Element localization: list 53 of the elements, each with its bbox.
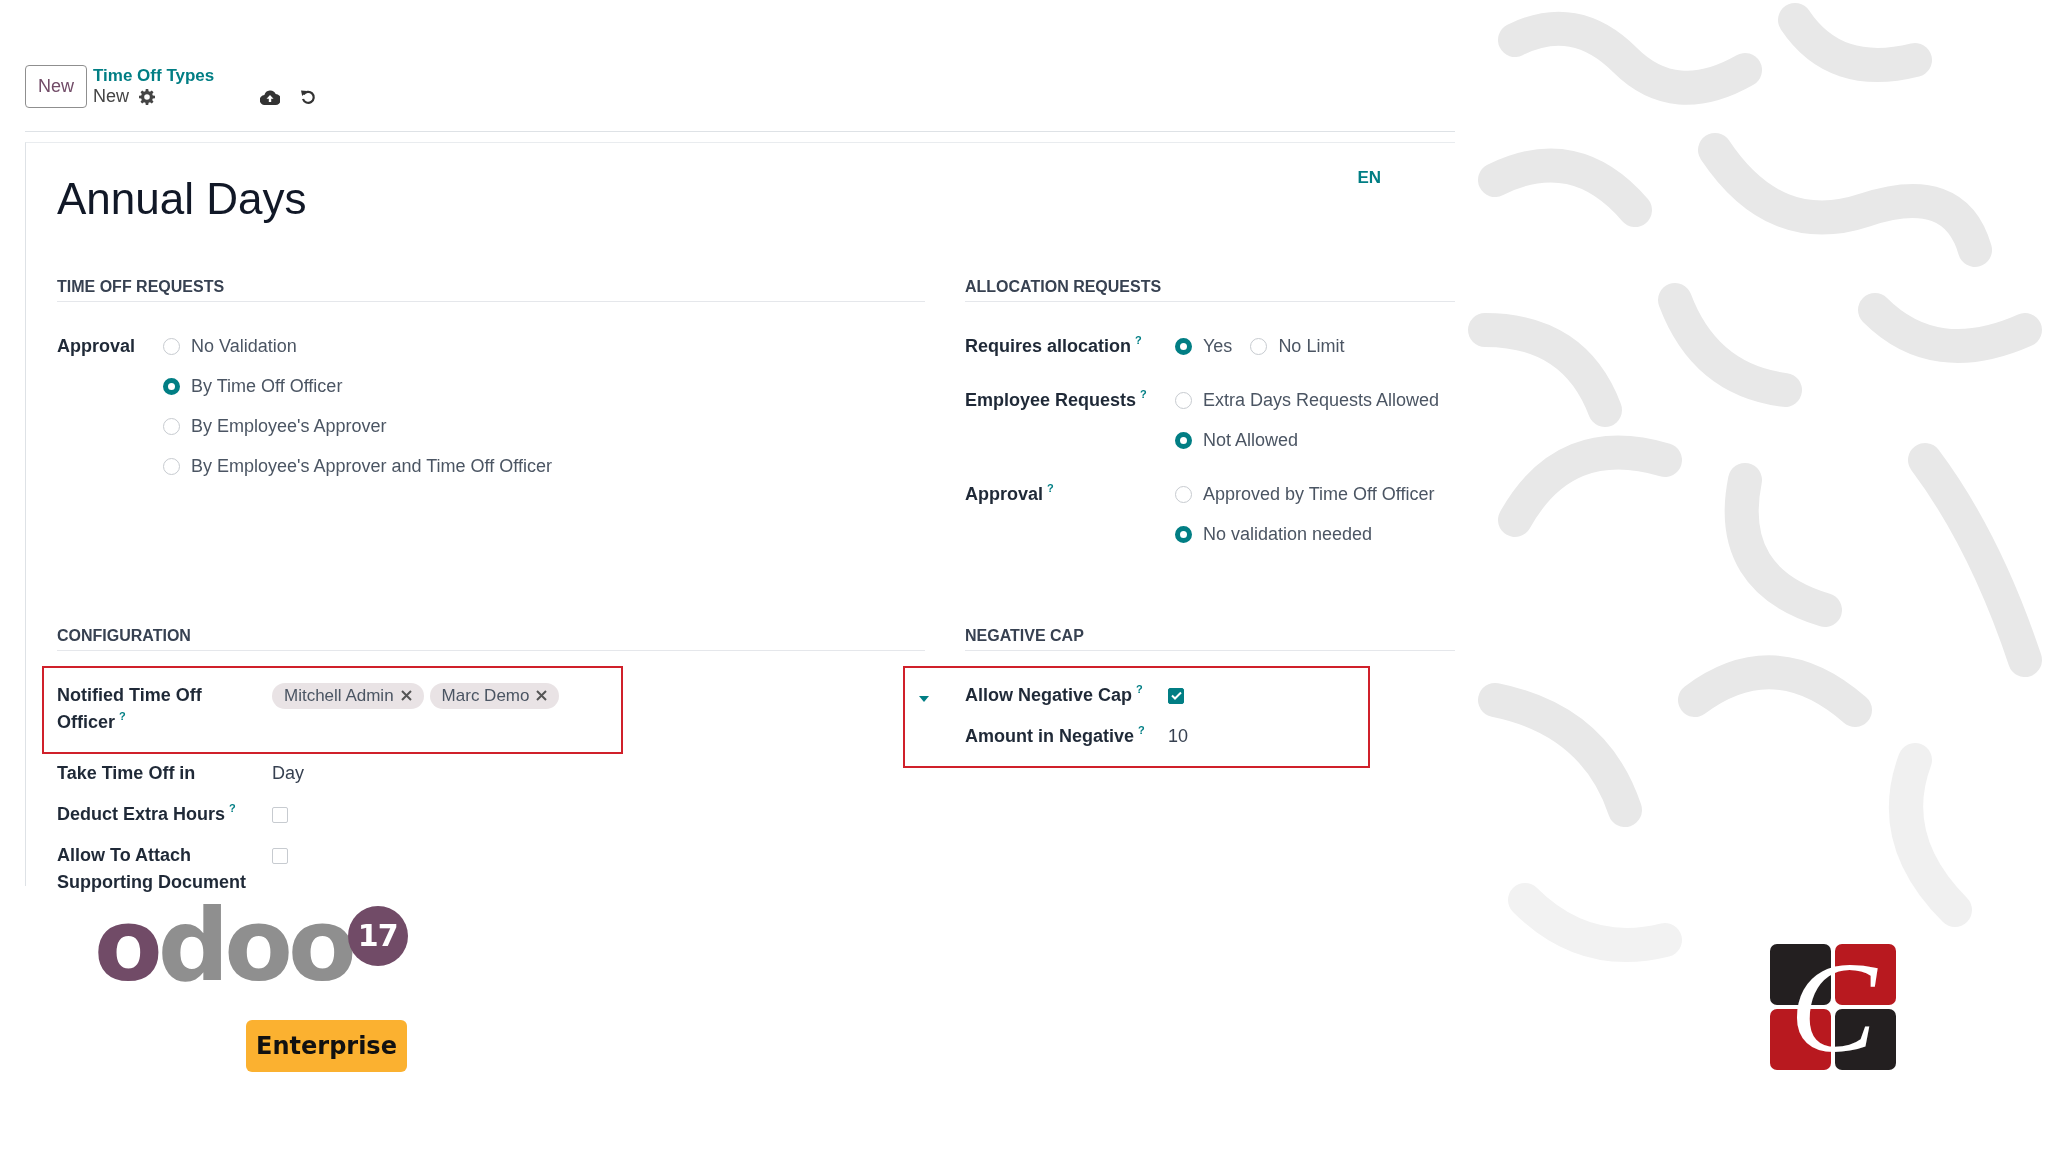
- field-label: Approval $^{?}$: [965, 481, 1055, 506]
- section-heading: NEGATIVE CAP: [965, 624, 1455, 651]
- checkbox[interactable]: [272, 806, 288, 823]
- radio-button[interactable]: [1175, 391, 1192, 409]
- radio-button[interactable]: [1175, 525, 1192, 543]
- option-label[interactable]: No Validation: [191, 335, 297, 357]
- option-label[interactable]: By Time Off Officer: [191, 375, 343, 397]
- section-heading: TIME OFF REQUESTS: [57, 275, 925, 302]
- radio-button[interactable]: [1175, 431, 1192, 449]
- option-label[interactable]: By Employee's Approver: [191, 415, 387, 437]
- field-label: Approval: [57, 335, 136, 358]
- caret-icon[interactable]: [919, 696, 929, 702]
- tag[interactable]: Marc Demo: [429, 682, 560, 709]
- breadcrumb-link[interactable]: Time Off Types: [93, 65, 215, 86]
- field-label: Take Time Off in: [57, 762, 197, 785]
- option-label[interactable]: No Limit: [1278, 335, 1345, 357]
- field-label: Allow To Attach Supporting Document: [57, 844, 247, 894]
- field-label: Notified Time Off Officer $^{?}$: [57, 684, 203, 734]
- field-label: Allow Negative Cap $^{?}$: [965, 682, 1144, 707]
- field-label: Requires allocation $^{?}$: [965, 333, 1143, 358]
- section-heading: CONFIGURATION: [57, 624, 925, 651]
- undo-icon[interactable]: [300, 89, 317, 105]
- field-label: Deduct Extra Hours $^{?}$: [57, 801, 237, 826]
- language-button[interactable]: EN: [1357, 168, 1381, 188]
- radio-button[interactable]: [163, 337, 180, 355]
- option-label[interactable]: By Employee's Approver and Time Off Officer: [191, 455, 552, 477]
- remove-icon[interactable]: [400, 690, 412, 701]
- cloud-upload-icon[interactable]: [260, 89, 281, 105]
- radio-button[interactable]: [163, 377, 180, 395]
- new-button[interactable]: New: [25, 65, 87, 108]
- checkbox[interactable]: [1168, 687, 1184, 704]
- radio-button[interactable]: [1175, 485, 1192, 503]
- remove-icon[interactable]: [536, 690, 548, 701]
- option-label[interactable]: Approved by Time Off Officer: [1203, 483, 1435, 505]
- field-label: Employee Requests $^{?}$: [965, 387, 1148, 412]
- field-value[interactable]: 10: [1168, 726, 1189, 747]
- section-heading: ALLOCATION REQUESTS: [965, 275, 1455, 302]
- option-label[interactable]: Not Allowed: [1203, 429, 1299, 451]
- settings-icon[interactable]: [139, 88, 156, 105]
- option-label[interactable]: No validation needed: [1203, 523, 1373, 545]
- edition-badge: Enterprise: [246, 1020, 407, 1072]
- field-label: Amount in Negative $^{?}$: [965, 723, 1146, 748]
- radio-button[interactable]: [163, 417, 180, 435]
- option-label[interactable]: Extra Days Requests Allowed: [1203, 389, 1440, 411]
- radio-button[interactable]: [163, 457, 180, 475]
- radio-button[interactable]: [1175, 337, 1192, 355]
- checkbox[interactable]: [272, 847, 288, 864]
- radio-button[interactable]: [1250, 337, 1268, 355]
- record-title[interactable]: Annual Days: [57, 171, 307, 227]
- tag[interactable]: Mitchell Admin: [272, 682, 424, 709]
- field-value[interactable]: Day: [272, 763, 304, 784]
- option-label[interactable]: Yes: [1203, 335, 1233, 357]
- record-name: New: [93, 86, 130, 107]
